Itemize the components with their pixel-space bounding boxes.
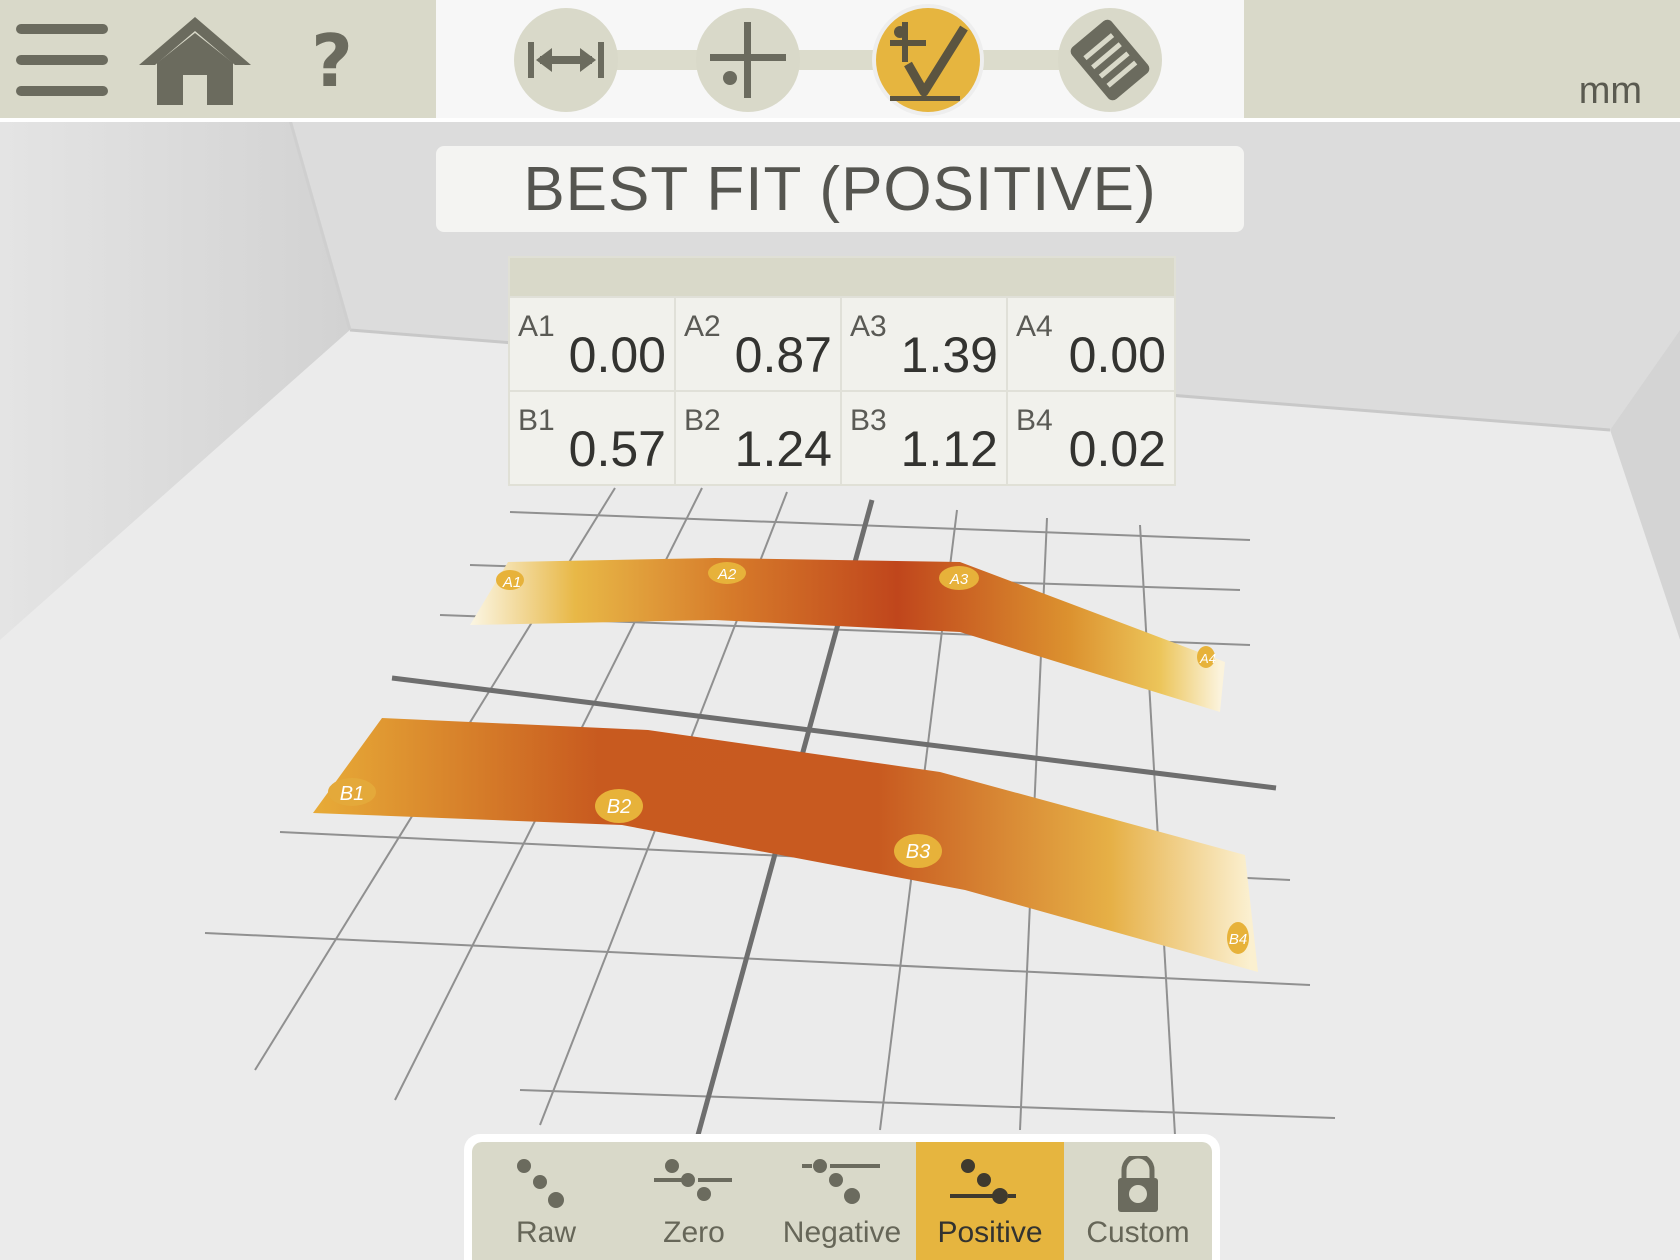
crosshair-point-icon xyxy=(710,22,786,98)
workflow-track xyxy=(560,50,1140,70)
reading-cell-a3: A3 1.39 xyxy=(842,296,1008,390)
marker-b2[interactable]: B2 xyxy=(595,789,643,823)
title-panel: BEST FIT (POSITIVE) xyxy=(436,146,1244,232)
top-bar: ? mm xyxy=(0,0,1680,122)
svg-text:A2: A2 xyxy=(717,566,737,583)
step-point-button[interactable] xyxy=(696,8,800,112)
step-flatness-button[interactable] xyxy=(876,8,980,112)
marker-b4[interactable]: B4 xyxy=(1227,922,1249,954)
svg-text:B4: B4 xyxy=(1229,931,1247,948)
measure-distance-icon xyxy=(528,42,604,78)
mode-custom-button[interactable]: Custom xyxy=(1064,1142,1212,1260)
raw-mode-icon xyxy=(517,1159,564,1208)
mode-negative-button[interactable]: Negative xyxy=(768,1142,916,1260)
mode-raw-button[interactable]: Raw xyxy=(472,1142,620,1260)
reading-cell-a1: A1 0.00 xyxy=(510,296,676,390)
reading-cell-b4: B4 0.02 xyxy=(1008,390,1174,484)
marker-a3[interactable]: A3 xyxy=(939,566,979,590)
home-icon[interactable] xyxy=(136,14,254,108)
unit-label: mm xyxy=(1578,70,1642,112)
hamburger-menu-icon[interactable] xyxy=(12,20,112,100)
negative-mode-icon xyxy=(802,1159,880,1204)
page-title: BEST FIT (POSITIVE) xyxy=(523,154,1157,224)
marker-a2[interactable]: A2 xyxy=(708,562,746,584)
mode-selector: Raw Zero Negative Positive Custom xyxy=(464,1134,1220,1260)
svg-text:A3: A3 xyxy=(949,571,969,588)
reading-cell-b2: B2 1.24 xyxy=(676,390,842,484)
mode-positive-button[interactable]: Positive xyxy=(916,1142,1064,1260)
reading-cell-b1: B1 0.57 xyxy=(510,390,676,484)
mode-zero-button[interactable]: Zero xyxy=(620,1142,768,1260)
lock-icon xyxy=(1118,1156,1158,1212)
help-icon[interactable]: ? xyxy=(296,20,368,102)
step-report-button[interactable] xyxy=(1058,8,1162,112)
reading-cell-a4: A4 0.00 xyxy=(1008,296,1174,390)
svg-text:B2: B2 xyxy=(607,796,631,818)
reading-cell-a2: A2 0.87 xyxy=(676,296,842,390)
svg-text:A4: A4 xyxy=(1199,651,1216,666)
readings-row-a: A1 0.00 A2 0.87 A3 1.39 A4 0.00 xyxy=(510,296,1174,390)
report-save-icon xyxy=(1070,19,1150,101)
flatness-check-icon xyxy=(890,22,968,101)
readings-header xyxy=(510,258,1174,296)
marker-b1[interactable]: B1 xyxy=(328,778,376,806)
marker-b3[interactable]: B3 xyxy=(894,834,942,868)
positive-mode-icon xyxy=(950,1159,1016,1204)
readings-table: A1 0.00 A2 0.87 A3 1.39 A4 0.00 B1 0.57 … xyxy=(508,256,1176,486)
readings-row-b: B1 0.57 B2 1.24 B3 1.12 B4 0.02 xyxy=(510,390,1174,484)
step-distance-button[interactable] xyxy=(514,8,618,112)
svg-text:B3: B3 xyxy=(906,841,930,863)
svg-text:A1: A1 xyxy=(502,574,521,591)
reading-cell-b3: B3 1.12 xyxy=(842,390,1008,484)
zero-mode-icon xyxy=(654,1159,732,1201)
svg-text:B1: B1 xyxy=(340,783,364,805)
